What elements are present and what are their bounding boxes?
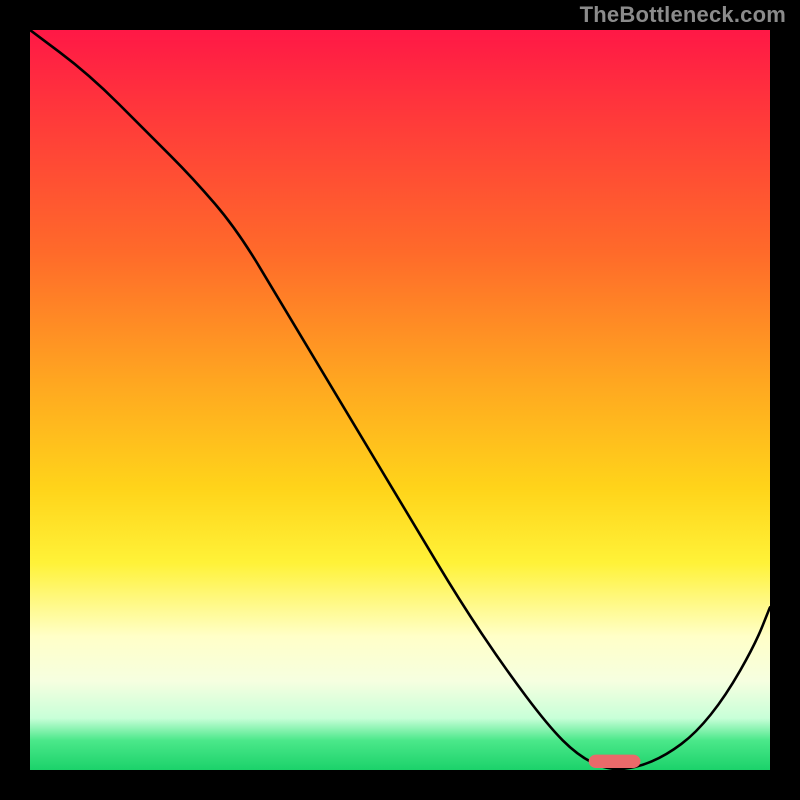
curve-layer: [30, 30, 770, 770]
watermark-text: TheBottleneck.com: [580, 2, 786, 28]
optimal-marker: [589, 755, 641, 768]
plot-area: [30, 30, 770, 770]
bottleneck-curve: [30, 30, 770, 769]
chart-frame: TheBottleneck.com: [0, 0, 800, 800]
